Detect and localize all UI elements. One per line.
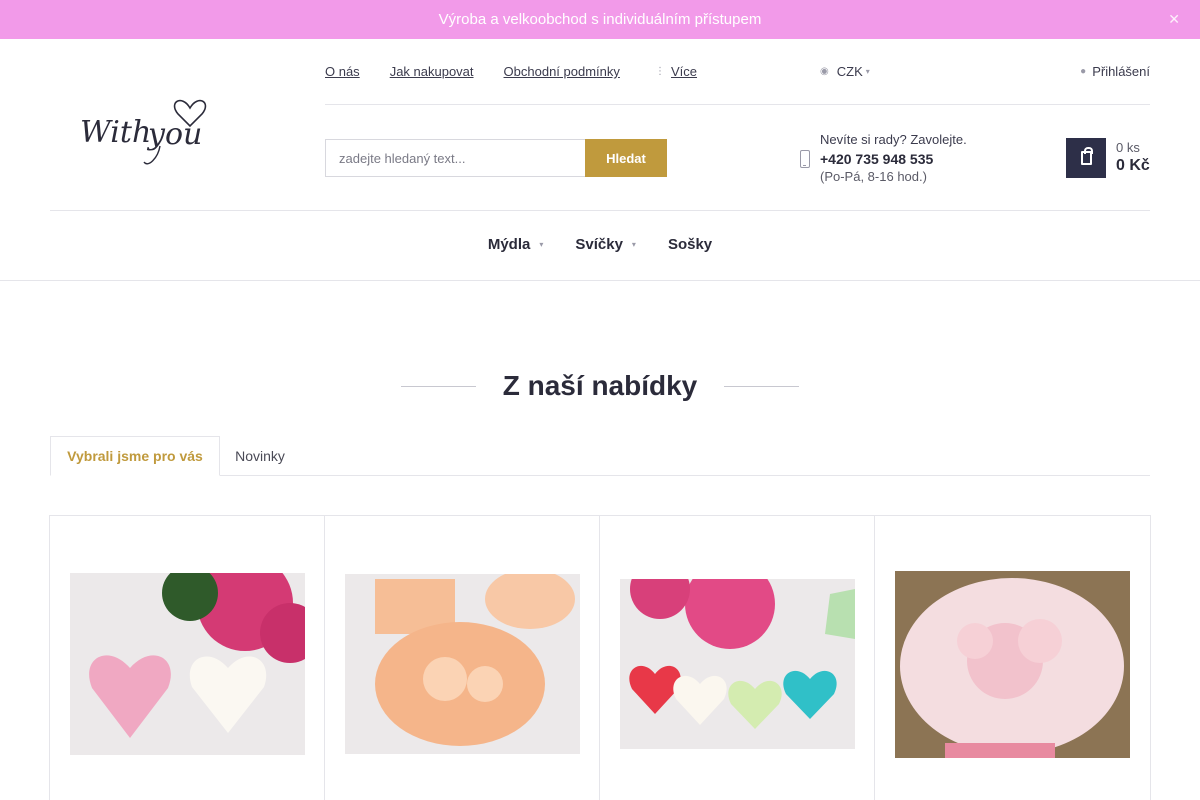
product-image[interactable] [895, 571, 1130, 758]
product-card[interactable] [325, 516, 600, 800]
search-input[interactable] [325, 139, 586, 177]
link-obchodni-podminky[interactable]: Obchodní podmínky [504, 64, 620, 79]
login-label: Přihlášení [1092, 64, 1150, 79]
close-icon[interactable]: ✕ [1168, 11, 1180, 28]
cart-count[interactable]: 0 ks [1116, 140, 1140, 155]
nav-item-sosky[interactable]: Sošky [668, 236, 712, 253]
top-links: O nás Jak nakupovat Obchodní podmínky [325, 64, 650, 79]
chevron-down-icon: ▾ [865, 67, 870, 76]
nav-label: Mýdla [487, 236, 531, 253]
login-link[interactable]: ● Přihlášení [1080, 64, 1150, 79]
product-card[interactable] [600, 516, 875, 800]
top-banner: Výroba a velkoobchod s individuálním pří… [0, 0, 1200, 39]
banner-text: Výroba a velkoobchod s individuálním pří… [438, 11, 762, 28]
currency-icon: ◉ [820, 66, 829, 77]
currency-selector[interactable]: ◉ CZK ▾ [820, 64, 870, 79]
shopping-bag-icon [1081, 147, 1093, 165]
tab-vybrali-jsme-pro-vas[interactable]: Vybrali jsme pro vás [50, 436, 220, 476]
link-o-nas[interactable]: O nás [325, 64, 360, 79]
user-icon: ● [1080, 66, 1087, 77]
nav-label: Sošky [667, 236, 713, 253]
title-divider-right [724, 386, 799, 387]
more-menu[interactable]: ⋮ Více [655, 64, 697, 79]
logo[interactable]: With you [78, 80, 223, 175]
link-jak-nakupovat[interactable]: Jak nakupovat [390, 64, 474, 79]
product-card[interactable] [875, 516, 1150, 800]
svg-text:you: you [146, 117, 202, 152]
product-image[interactable] [345, 574, 580, 754]
chevron-down-icon: ▾ [631, 240, 636, 249]
search-button[interactable]: Hledat [585, 139, 667, 177]
product-grid [49, 515, 1151, 800]
main-nav: Mýdla ▾ Svíčky ▾ Sošky [0, 236, 1200, 253]
phone-icon [800, 150, 810, 168]
product-image[interactable] [70, 573, 305, 755]
product-card[interactable] [50, 516, 325, 800]
product-image[interactable] [620, 579, 855, 749]
phone-number[interactable]: +420 735 948 535 [820, 150, 967, 169]
header-divider-bottom [50, 210, 1150, 211]
more-label: Více [671, 64, 698, 79]
dots-icon: ⋮ [655, 66, 665, 77]
chevron-down-icon: ▾ [539, 240, 544, 249]
help-contact: Nevíte si rady? Zavolejte. +420 735 948 … [820, 131, 967, 187]
nav-item-svicky[interactable]: Svíčky ▾ [575, 236, 636, 253]
tab-novinky[interactable]: Novinky [220, 436, 300, 476]
nav-divider [0, 280, 1200, 281]
nav-label: Svíčky [575, 236, 623, 253]
nav-item-mydla[interactable]: Mýdla ▾ [488, 236, 544, 253]
section-title: Z naší nabídky [502, 370, 698, 401]
cart-total[interactable]: 0 Kč [1116, 157, 1150, 175]
opening-hours: (Po-Pá, 8-16 hod.) [820, 169, 927, 184]
cart-button[interactable] [1066, 138, 1106, 178]
currency-label: CZK [836, 64, 863, 79]
header-divider [325, 104, 1150, 105]
help-text: Nevíte si rady? Zavolejte. [820, 132, 967, 147]
svg-text:With: With [80, 115, 151, 150]
